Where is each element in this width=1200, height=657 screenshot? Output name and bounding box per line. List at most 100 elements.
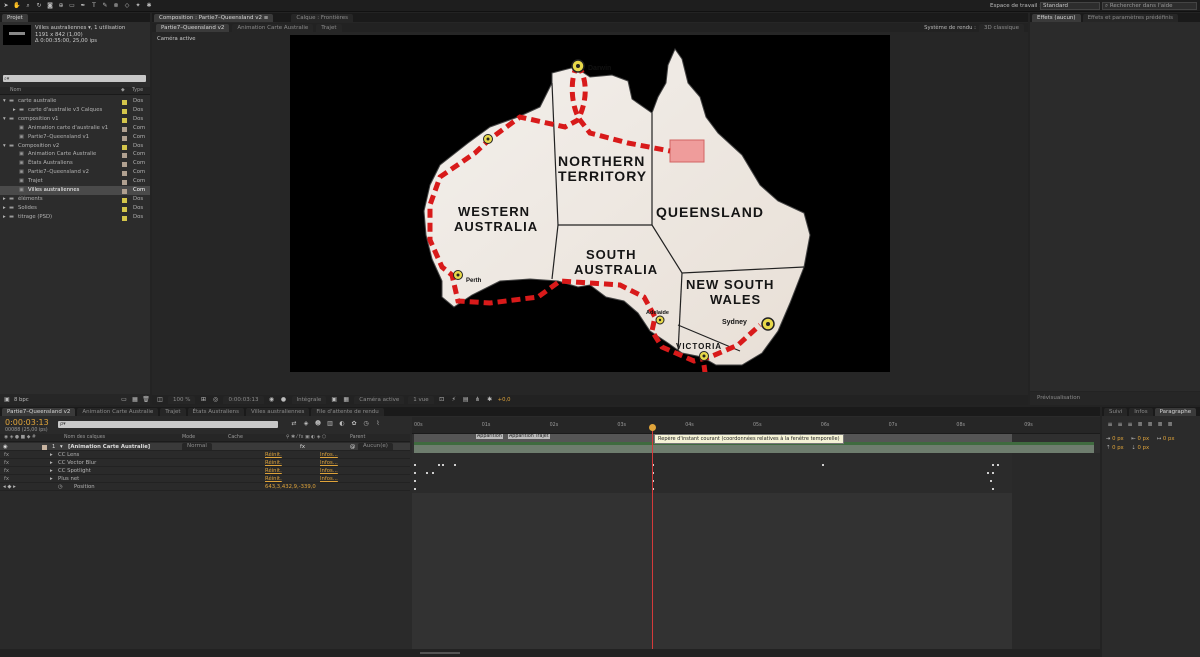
project-search-input[interactable]: ⌕▾ (3, 75, 146, 82)
viewer-timecode[interactable]: 0:00:03:13 (223, 396, 264, 404)
safe-zones-icon[interactable]: ⊞ (199, 396, 207, 404)
tracker-tab[interactable]: Suivi (1104, 407, 1128, 416)
keyframe[interactable] (990, 480, 992, 482)
hand-tool-icon[interactable]: ✋ (13, 2, 21, 10)
keyframe[interactable] (997, 464, 999, 466)
timeline-timecode[interactable]: 0:00:03:13 (5, 418, 49, 427)
effect-row[interactable]: fx ▸ CC Vector Blur Réinit. Infos... (0, 459, 410, 467)
first-line-value[interactable]: 0 px (1163, 436, 1175, 442)
timeline-tab-2[interactable]: Trajet (160, 407, 186, 416)
layer-name[interactable]: [Animation Carte Australie] (68, 443, 150, 451)
region-of-interest-icon[interactable]: ▣ (330, 396, 338, 404)
pen-tool-icon[interactable]: ✒ (79, 2, 87, 10)
project-list-item[interactable]: ▣ Partie7–Queensland v2 Com (0, 168, 150, 177)
pick-whip-icon[interactable]: @ (350, 443, 355, 451)
keyframe[interactable] (992, 488, 994, 490)
auto-keyframe-icon[interactable]: ◷ (362, 420, 370, 428)
visibility-icon[interactable]: ◉ (3, 443, 8, 451)
effect-info-link[interactable]: Infos... (320, 475, 338, 483)
help-search-input[interactable]: ⌕ Rechercher dans l'aide (1102, 2, 1197, 10)
layer-duration-bar[interactable] (414, 445, 1094, 453)
effect-info-link[interactable]: Infos... (320, 451, 338, 459)
camera-tool-icon[interactable]: ◙ (46, 2, 54, 10)
keyframe[interactable] (414, 472, 416, 474)
expand-arrow-icon[interactable]: ▸ (3, 195, 6, 204)
layer-mode-select[interactable]: Normal (182, 443, 212, 450)
info-tab[interactable]: Infos (1129, 407, 1153, 416)
project-list-item[interactable]: ▸ ▬ carte d'australie v3 Calques Dos (0, 106, 150, 115)
brainstorm-icon[interactable]: ✿ (350, 420, 358, 428)
brush-tool-icon[interactable]: ✎ (101, 2, 109, 10)
fx-switch-icon[interactable]: fx (300, 443, 305, 451)
eraser-tool-icon[interactable]: ◇ (123, 2, 131, 10)
zoom-select[interactable]: 100 % (168, 396, 196, 404)
align-center-icon[interactable]: ≡ (1116, 421, 1124, 429)
fx-icon[interactable]: fx (4, 475, 9, 483)
exposure-reset-icon[interactable]: ✱ (486, 396, 494, 404)
timeline-tab-3[interactable]: États Australiens (187, 407, 244, 416)
col-mode[interactable]: Mode (182, 434, 195, 441)
space-before-value[interactable]: 0 px (1112, 445, 1124, 451)
keyframe[interactable] (987, 472, 989, 474)
expand-arrow-icon[interactable]: ▸ (50, 459, 53, 467)
expand-arrow-icon[interactable]: ▸ (50, 451, 53, 459)
justify-all-icon[interactable]: ≣ (1166, 421, 1174, 429)
justify-center-icon[interactable]: ≣ (1146, 421, 1154, 429)
project-item-name[interactable]: Villes australiennes ▾ (35, 25, 91, 31)
project-list-item[interactable]: ▾ ▬ carte australie Dos (0, 97, 150, 106)
keyframe[interactable] (426, 472, 428, 474)
keyframe[interactable] (414, 480, 416, 482)
fast-preview-icon[interactable]: ⚡ (450, 396, 458, 404)
preview-tab[interactable]: Prévisualisation (1032, 394, 1086, 402)
puppet-tool-icon[interactable]: ✱ (145, 2, 153, 10)
keyframe-nav-icon[interactable]: ◂ ◆ ▸ (3, 483, 16, 491)
keyframe[interactable] (432, 472, 434, 474)
keyframe[interactable] (992, 464, 994, 466)
interpret-footage-icon[interactable]: ▣ (3, 396, 11, 404)
mask-tool-icon[interactable]: ▭ (68, 2, 76, 10)
fx-icon[interactable]: fx (4, 459, 9, 467)
mask-visibility-icon[interactable]: ◎ (211, 396, 219, 404)
effect-reset-link[interactable]: Réinit. (265, 467, 282, 475)
keyframe[interactable] (992, 472, 994, 474)
breadcrumb-item-1[interactable]: Animation Carte Australie (232, 23, 314, 32)
zoom-slider[interactable] (420, 652, 460, 654)
clone-tool-icon[interactable]: ⊗ (112, 2, 120, 10)
stopwatch-icon[interactable]: ◷ (58, 483, 63, 491)
expand-arrow-icon[interactable]: ▸ (50, 475, 53, 483)
timeline-tab-0[interactable]: Partie7–Queensland v2 (2, 407, 76, 416)
timeline-tab-4[interactable]: Villes australiennes (245, 407, 310, 416)
timeline-icon[interactable]: ▤ (462, 396, 470, 404)
presets-tab[interactable]: Effets et paramètres prédéfinis (1082, 13, 1179, 22)
new-folder-icon[interactable]: ▭ (120, 396, 128, 404)
expand-arrow-icon[interactable]: ▾ (3, 115, 6, 124)
project-list-item[interactable]: ▣ Villes australiennes Com (0, 186, 150, 195)
keyframe[interactable] (438, 464, 440, 466)
label-column-icon[interactable]: ◆ (121, 87, 125, 94)
pan-behind-tool-icon[interactable]: ⊕ (57, 2, 65, 10)
marker-apparition-trajet[interactable]: Apparition Trajet (508, 434, 550, 439)
keyframe[interactable] (454, 464, 456, 466)
position-value[interactable]: 643,3,432,9,-339,0 (265, 483, 316, 491)
indent-right-value[interactable]: 0 px (1138, 436, 1150, 442)
effect-row[interactable]: fx ▸ CC Lens Réinit. Infos... (0, 451, 410, 459)
project-list-item[interactable]: ▾ ▬ Composition v2 Dos (0, 142, 150, 151)
keyframe[interactable] (822, 464, 824, 466)
fx-icon[interactable]: fx (4, 467, 9, 475)
exposure-value[interactable]: +0,0 (498, 397, 511, 403)
project-list-item[interactable]: ▣ États Australiens Com (0, 159, 150, 168)
project-list-item[interactable]: ▾ ▬ composition v1 Dos (0, 115, 150, 124)
draft-3d-icon[interactable]: ◈ (302, 420, 310, 428)
effect-reset-link[interactable]: Réinit. (265, 459, 282, 467)
indent-left-value[interactable]: 0 px (1112, 436, 1124, 442)
effects-tab[interactable]: Effets (aucun) (1032, 13, 1081, 22)
renderer-button[interactable]: 3D classique (978, 23, 1024, 32)
composition-tab[interactable]: Composition : Partie7–Queensland v2 ≡ (154, 13, 274, 22)
layer-tab[interactable]: Calque : Frontières (291, 13, 354, 22)
text-tool-icon[interactable]: T (90, 2, 98, 10)
align-left-icon[interactable]: ≡ (1106, 421, 1114, 429)
expand-arrow-icon[interactable]: ▸ (50, 467, 53, 475)
layer-search-input[interactable]: ρ▾ (58, 421, 278, 428)
expand-arrow-icon[interactable]: ▸ (3, 204, 6, 213)
project-list-item[interactable]: ▣ Trajet Com (0, 177, 150, 186)
